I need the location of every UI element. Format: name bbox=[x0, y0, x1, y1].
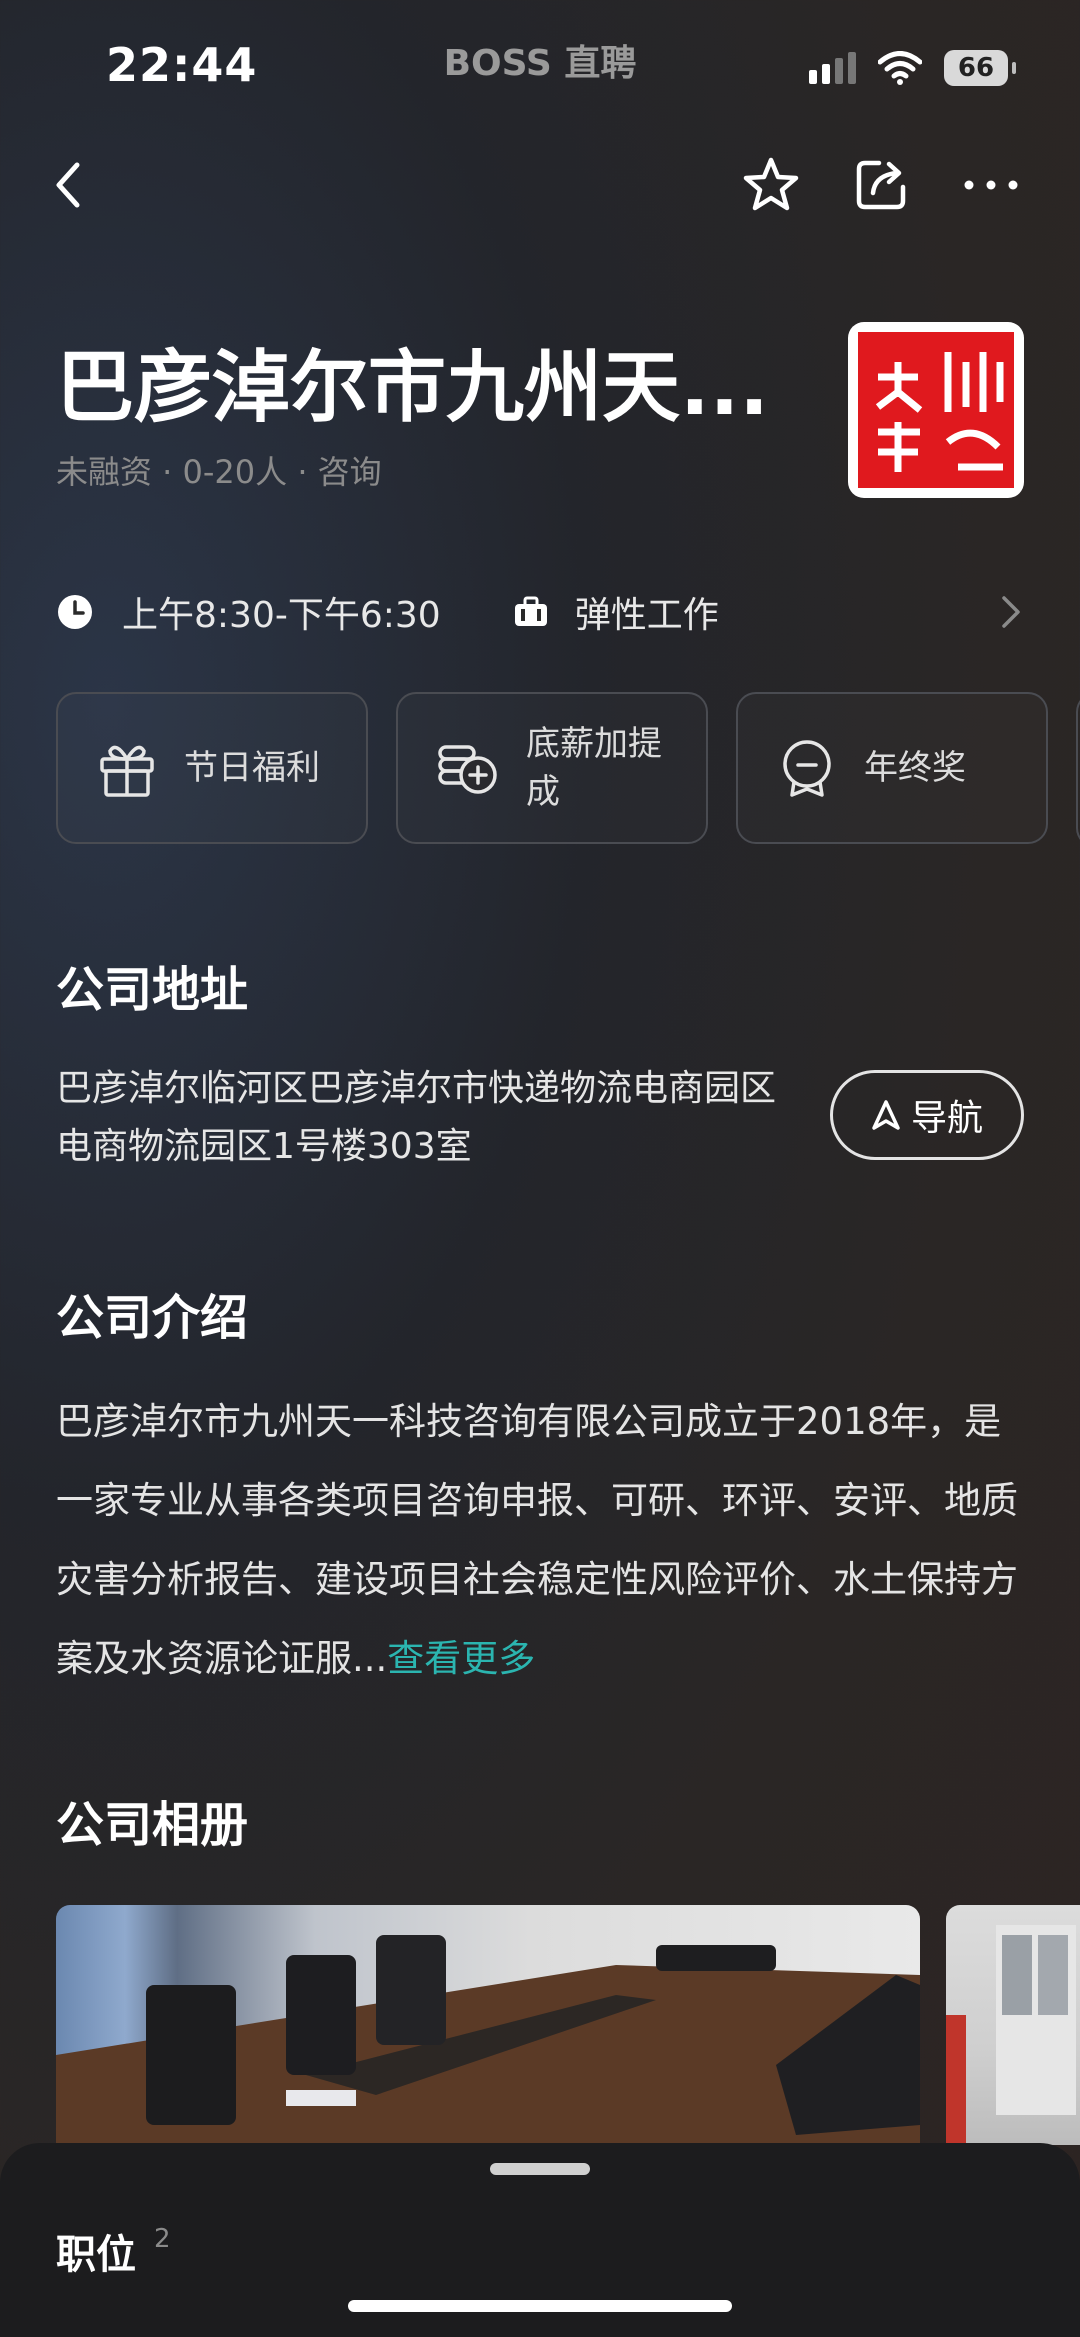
company-address: 巴彦淖尔临河区巴彦淖尔市快递物流电商园区电商物流园区1号楼303室 bbox=[56, 1068, 777, 1167]
home-indicator[interactable] bbox=[348, 2300, 732, 2312]
briefcase-icon bbox=[514, 596, 547, 626]
work-hours-row[interactable]: 上午8:30-下午6:30 弹性工作 bbox=[56, 582, 1026, 642]
navigate-button[interactable]: 导航 bbox=[830, 1070, 1024, 1160]
medal-icon bbox=[783, 740, 831, 797]
intro-section-title: 公司介绍 bbox=[56, 1290, 249, 1346]
battery-icon: 66 bbox=[944, 50, 1016, 86]
address-section-title: 公司地址 bbox=[56, 962, 249, 1018]
navigation-arrow-icon bbox=[872, 1100, 900, 1130]
album-photo[interactable] bbox=[56, 1905, 920, 2145]
benefits-list: 节日福利 底薪加提成 年终奖 bbox=[56, 692, 1048, 844]
album-photo[interactable] bbox=[946, 1905, 1080, 2145]
seal-logo-icon bbox=[858, 332, 1014, 488]
benefit-label: 节日福利 bbox=[184, 748, 320, 788]
company-intro-text: 巴彦淖尔市九州天一科技咨询有限公司成立于2018年，是一家专业从事各类项目咨询申… bbox=[56, 1400, 1018, 1680]
company-meta: 未融资 · 0-20人 · 咨询 bbox=[56, 453, 382, 491]
back-button[interactable] bbox=[34, 150, 104, 220]
coins-icon bbox=[438, 745, 497, 794]
star-icon bbox=[743, 157, 799, 211]
benefit-card-peek bbox=[1076, 692, 1080, 848]
navigate-label: 导航 bbox=[910, 1098, 983, 1139]
jobs-count: 2 bbox=[154, 2224, 171, 2254]
work-type: 弹性工作 bbox=[574, 595, 719, 636]
company-logo[interactable] bbox=[848, 322, 1024, 498]
gift-icon bbox=[100, 745, 154, 797]
more-dots-icon bbox=[964, 180, 1018, 190]
share-icon bbox=[856, 160, 906, 210]
office-cabinet-image bbox=[946, 1925, 1076, 2145]
meeting-room-image bbox=[56, 1935, 920, 2145]
chevron-right-icon bbox=[1002, 596, 1020, 628]
sheet-drag-handle[interactable] bbox=[490, 2163, 590, 2175]
clock-icon bbox=[58, 595, 92, 629]
company-intro: 巴彦淖尔市九州天一科技咨询有限公司成立于2018年，是一家专业从事各类项目咨询申… bbox=[56, 1382, 1026, 1698]
jobs-title: 职位 bbox=[56, 2232, 136, 2278]
chevron-left-icon bbox=[56, 162, 80, 208]
benefit-card[interactable]: 底薪加提成 bbox=[396, 692, 708, 844]
share-button[interactable] bbox=[846, 150, 916, 220]
wifi-icon bbox=[878, 51, 922, 85]
album-section-title: 公司相册 bbox=[56, 1797, 249, 1853]
company-name: 巴彦淖尔市九州天... bbox=[56, 343, 769, 433]
benefit-card[interactable]: 节日福利 bbox=[56, 692, 368, 844]
see-more-link[interactable]: 查看更多 bbox=[387, 1637, 535, 1680]
work-hours: 上午8:30-下午6:30 bbox=[122, 595, 441, 636]
signal-icon bbox=[809, 52, 856, 84]
status-icons: 66 bbox=[809, 50, 1016, 86]
more-button[interactable] bbox=[956, 150, 1026, 220]
benefit-label: 年终奖 bbox=[864, 748, 966, 788]
favorite-button[interactable] bbox=[736, 150, 806, 220]
benefit-label: 底薪加提成 bbox=[526, 724, 662, 812]
benefit-card[interactable]: 年终奖 bbox=[736, 692, 1048, 844]
